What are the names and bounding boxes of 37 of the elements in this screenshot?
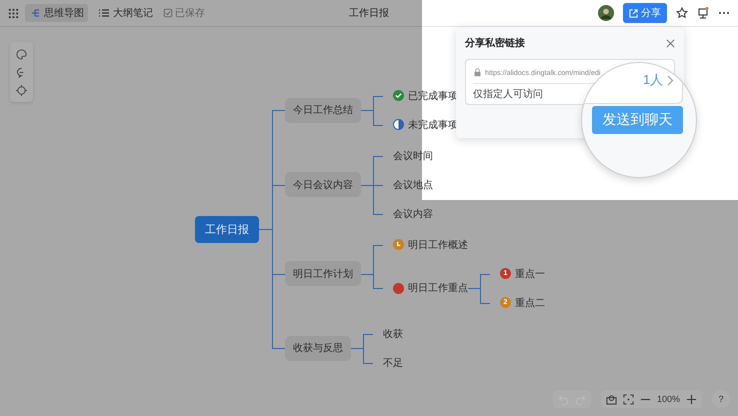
layout-icon[interactable] (16, 84, 27, 96)
access-scope: 仅指定人可访问 (473, 88, 544, 101)
list-icon (98, 7, 110, 19)
close-icon[interactable] (666, 38, 675, 48)
view-tab[interactable]: 大纲笔记 (94, 4, 157, 22)
subtopic-node[interactable]: 重点二 (515, 296, 545, 310)
subtopic-node[interactable]: 收获 (383, 326, 403, 340)
document-title: 工作日报 (349, 6, 389, 20)
subtopic-node[interactable]: 会议内容 (393, 206, 433, 220)
view-tab[interactable]: 思维导图 (25, 4, 88, 22)
zoom-in-icon[interactable] (686, 394, 697, 404)
help-button[interactable]: ? (712, 390, 730, 408)
mindmap-icon (29, 7, 41, 19)
presentation-icon[interactable] (697, 7, 709, 19)
avatar[interactable] (598, 5, 614, 21)
topic-node[interactable]: 明日工作计划 (285, 261, 361, 286)
screenshot-icon[interactable] (606, 394, 617, 404)
zoom-level: 100% (656, 394, 680, 404)
topic-node[interactable]: 今日工作总结 (285, 98, 361, 122)
fit-screen-icon[interactable] (622, 394, 634, 404)
lock-icon (473, 68, 482, 76)
saved-icon (163, 8, 173, 18)
subtopic-node[interactable]: 明日工作重点 (408, 281, 468, 295)
chevron-icon (667, 74, 674, 86)
topic-node[interactable]: 今日会议内容 (285, 172, 361, 197)
share-icon (629, 8, 638, 18)
topic-node[interactable]: 收获与反思 (285, 336, 351, 360)
star-icon[interactable] (676, 7, 688, 19)
share-button[interactable]: 分享 (623, 3, 667, 23)
apps-icon (8, 8, 19, 18)
root-node[interactable]: 工作日报 (195, 216, 259, 242)
save-status: 已保存 (175, 7, 205, 20)
subtopic-node[interactable]: 重点一 (515, 266, 545, 280)
subtopic-node[interactable]: 不足 (383, 356, 403, 370)
palette-icon[interactable] (16, 48, 27, 60)
dialog-title: 分享私密链接 (465, 36, 525, 50)
subtopic-node[interactable]: 明日工作概述 (408, 238, 468, 252)
